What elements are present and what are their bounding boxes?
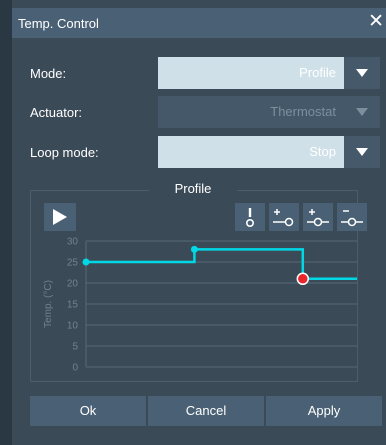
mode-label: Mode: bbox=[30, 65, 67, 81]
loop-mode-row: Loop mode: bbox=[30, 136, 158, 168]
apply-button[interactable]: Apply bbox=[266, 396, 382, 426]
y-axis-label: Temp. (°C) bbox=[43, 280, 54, 328]
loop-mode-value: Stop bbox=[158, 136, 344, 168]
close-icon[interactable]: ✕ bbox=[368, 12, 384, 32]
profile-panel: Profile 30 25 20 15 10 5 0 Temp. (°C) bbox=[30, 181, 367, 382]
temp-control-dialog: Temp. Control ✕ Mode: Profile Actuator: … bbox=[0, 0, 386, 445]
remove-node-button[interactable] bbox=[337, 203, 367, 231]
alert-node-icon bbox=[246, 208, 255, 228]
loop-mode-select[interactable]: Stop bbox=[158, 136, 380, 168]
actuator-row: Actuator: bbox=[30, 96, 158, 128]
footer-buttons: Ok Cancel Apply bbox=[30, 396, 386, 426]
y-tick-label: 30 bbox=[67, 237, 79, 248]
play-button[interactable] bbox=[44, 203, 76, 231]
chevron-down-icon bbox=[356, 108, 368, 116]
mode-dropdown-button[interactable] bbox=[344, 57, 380, 89]
loop-mode-label: Loop mode: bbox=[30, 144, 99, 160]
loop-mode-dropdown-button[interactable] bbox=[344, 136, 380, 168]
actuator-value: Thermostat bbox=[158, 96, 344, 128]
alert-node-button[interactable] bbox=[235, 203, 265, 231]
play-icon bbox=[53, 209, 67, 225]
mode-select[interactable]: Profile bbox=[158, 57, 380, 89]
window-edge bbox=[0, 0, 12, 445]
cancel-button[interactable]: Cancel bbox=[148, 396, 264, 426]
y-tick-label: 20 bbox=[67, 279, 79, 290]
actuator-dropdown-button bbox=[344, 96, 380, 128]
remove-node-icon bbox=[341, 210, 363, 227]
mode-row: Mode: bbox=[30, 57, 158, 89]
window-title: Temp. Control bbox=[18, 15, 99, 31]
profile-point[interactable] bbox=[82, 258, 90, 266]
profile-title: Profile bbox=[149, 181, 237, 196]
actuator-label: Actuator: bbox=[30, 104, 83, 120]
profile-point[interactable] bbox=[190, 245, 198, 253]
ok-button[interactable]: Ok bbox=[30, 396, 146, 426]
selected-profile-point[interactable] bbox=[296, 272, 310, 286]
add-node-before-icon bbox=[273, 209, 294, 227]
add-node-before-button[interactable] bbox=[269, 203, 299, 231]
y-tick-label: 10 bbox=[67, 321, 79, 332]
chevron-down-icon bbox=[356, 69, 368, 77]
add-node-button[interactable] bbox=[303, 203, 333, 231]
actuator-select: Thermostat bbox=[158, 96, 380, 128]
add-node-icon bbox=[307, 209, 329, 227]
y-tick-label: 0 bbox=[72, 363, 78, 374]
title-bar: Temp. Control ✕ bbox=[12, 8, 386, 38]
profile-chart[interactable]: 30 25 20 15 10 5 0 Temp. (°C) bbox=[31, 235, 357, 377]
chevron-down-icon bbox=[356, 148, 368, 156]
y-tick-label: 5 bbox=[72, 342, 78, 353]
profile-series-line bbox=[86, 248, 357, 281]
y-tick-label: 15 bbox=[67, 300, 79, 311]
y-tick-label: 25 bbox=[67, 258, 79, 269]
mode-value: Profile bbox=[158, 57, 344, 89]
